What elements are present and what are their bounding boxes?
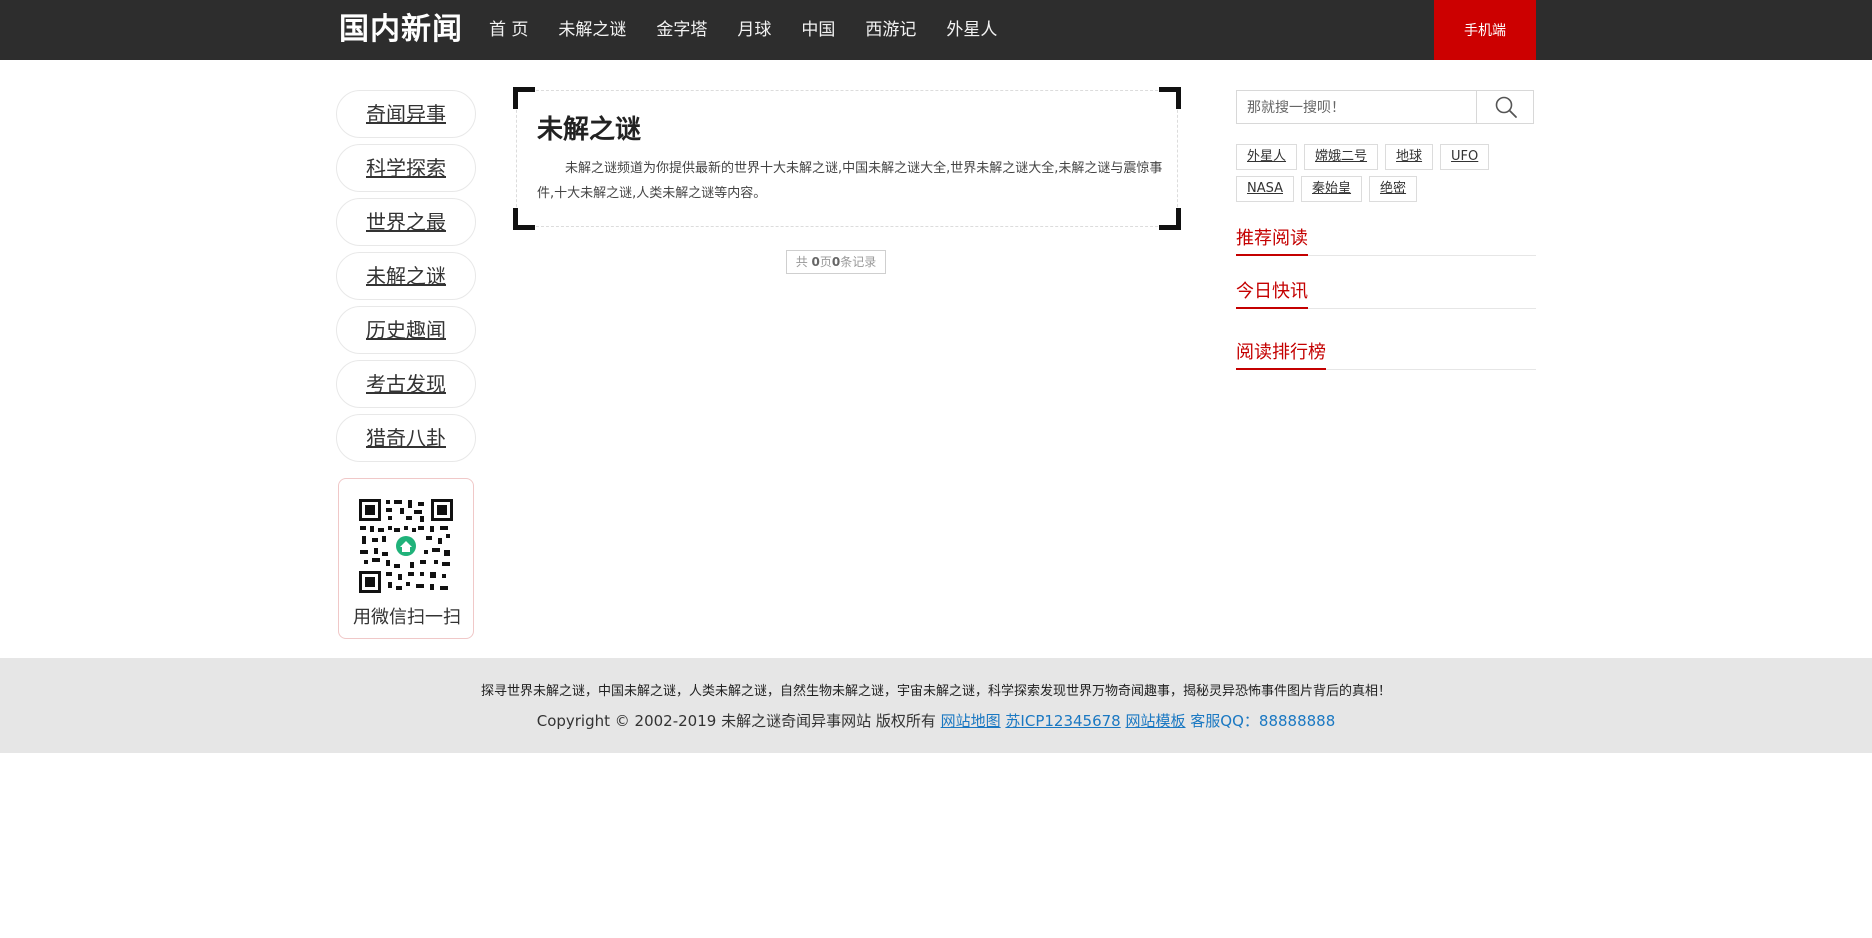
footer-tagline: 探寻世界未解之谜，中国未解之谜，人类未解之谜，自然生物未解之谜，宇宙未解之谜，科…: [480, 684, 1391, 699]
corner-decoration: [513, 208, 535, 230]
main-nav: 首 页 未解之谜 金字塔 月球 中国 西游记 外星人: [489, 0, 1027, 60]
pager-page-count: 0: [811, 255, 820, 269]
category-item-history[interactable]: 历史趣闻: [336, 306, 476, 354]
category-item-science[interactable]: 科学探索: [336, 144, 476, 192]
corner-decoration: [513, 87, 535, 109]
footer-copyright-line: Copyright © 2002-2019 未解之谜奇闻异事网站 版权所有 网站…: [0, 710, 1872, 731]
section-title-reading-rank[interactable]: 阅读排行榜: [1236, 338, 1326, 370]
section-title-today-news[interactable]: 今日快讯: [1236, 277, 1308, 309]
tag-ufo[interactable]: UFO: [1440, 144, 1490, 170]
pager-suffix: 条记录: [840, 255, 877, 269]
tag-change2[interactable]: 嫦娥二号: [1304, 144, 1379, 170]
search-box: [1236, 90, 1534, 124]
nav-item-home[interactable]: 首 页: [489, 0, 528, 60]
wechat-qr-card: 用微信扫一扫: [338, 478, 474, 639]
nav-item-journey-west[interactable]: 西游记: [865, 0, 916, 60]
customer-service-qq: 客服QQ：88888888: [1190, 712, 1336, 730]
section-reading-rank: 阅读排行榜: [1236, 338, 1536, 370]
channel-intro-box: 未解之谜 未解之谜频道为你提供最新的世界十大未解之谜,中国未解之谜大全,世界未解…: [513, 87, 1181, 230]
category-item-oddities[interactable]: 奇闻异事: [336, 90, 476, 138]
category-item-gossip[interactable]: 猎奇八卦: [336, 414, 476, 462]
section-title-recommended[interactable]: 推荐阅读: [1236, 224, 1308, 256]
footer: 探寻世界未解之谜，中国未解之谜，人类未解之谜，自然生物未解之谜，宇宙未解之谜，科…: [0, 658, 1872, 753]
section-today-news: 今日快讯: [1236, 277, 1536, 309]
category-list: 奇闻异事 科学探索 世界之最 未解之谜 历史趣闻 考古发现 猎奇八卦: [336, 90, 476, 468]
pagination-info: 共 0页0条记录: [786, 250, 886, 274]
icp-link[interactable]: 苏ICP12345678: [1005, 712, 1120, 730]
pager-mid: 页: [819, 255, 832, 269]
channel-title: 未解之谜: [537, 115, 642, 145]
copyright-text: Copyright © 2002-2019 未解之谜奇闻异事网站 版权所有: [536, 712, 941, 730]
tag-aliens[interactable]: 外星人: [1236, 144, 1298, 170]
tag-top-secret[interactable]: 绝密: [1369, 176, 1418, 202]
category-item-world-records[interactable]: 世界之最: [336, 198, 476, 246]
pager-record-count: 0: [831, 255, 841, 269]
nav-item-pyramid[interactable]: 金字塔: [656, 0, 707, 60]
search-button[interactable]: [1478, 91, 1533, 123]
site-template-link[interactable]: 网站模板: [1126, 712, 1186, 730]
section-recommended: 推荐阅读: [1236, 224, 1536, 256]
nav-item-china[interactable]: 中国: [801, 0, 835, 60]
tag-nasa[interactable]: NASA: [1236, 176, 1295, 202]
nav-item-mysteries[interactable]: 未解之谜: [558, 0, 626, 60]
sitemap-link[interactable]: 网站地图: [941, 712, 1001, 730]
qr-caption: 用微信扫一扫: [353, 607, 461, 628]
corner-decoration: [1159, 208, 1181, 230]
pager-prefix: 共: [795, 255, 812, 269]
qr-code-icon: [358, 498, 454, 594]
nav-item-aliens[interactable]: 外星人: [946, 0, 997, 60]
tag-qin-shi-huang[interactable]: 秦始皇: [1301, 176, 1363, 202]
channel-description: 未解之谜频道为你提供最新的世界十大未解之谜,中国未解之谜大全,世界未解之谜大全,…: [537, 161, 1163, 201]
site-logo[interactable]: 国内新闻: [339, 12, 463, 48]
search-input[interactable]: [1237, 91, 1477, 123]
search-icon: [1495, 96, 1517, 118]
tag-earth[interactable]: 地球: [1385, 144, 1434, 170]
top-navbar: 国内新闻 首 页 未解之谜 金字塔 月球 中国 西游记 外星人 手机端: [0, 0, 1872, 60]
mobile-version-button[interactable]: 手机端: [1434, 0, 1536, 60]
category-item-mysteries[interactable]: 未解之谜: [336, 252, 476, 300]
category-item-archaeology[interactable]: 考古发现: [336, 360, 476, 408]
corner-decoration: [1159, 87, 1181, 109]
hot-tags: 外星人 嫦娥二号 地球 UFO NASA 秦始皇 绝密: [1236, 144, 1536, 208]
nav-item-moon[interactable]: 月球: [737, 0, 771, 60]
